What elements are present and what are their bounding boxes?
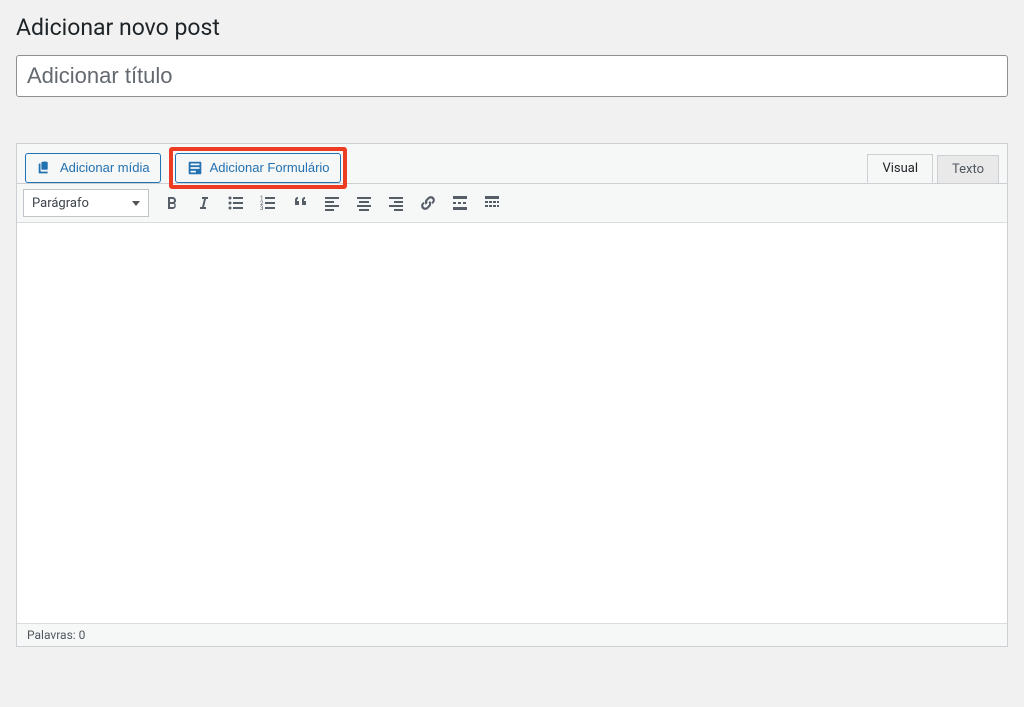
tab-text[interactable]: Texto [937, 155, 999, 183]
align-left-button[interactable] [317, 188, 347, 218]
add-media-button[interactable]: Adicionar mídia [25, 153, 161, 183]
editor-header: Adicionar mídia Adicionar Formulário Vis… [17, 144, 1007, 184]
read-more-button[interactable] [445, 188, 475, 218]
media-icon [36, 159, 54, 177]
post-title-input[interactable] [16, 55, 1008, 97]
highlight-annotation: Adicionar Formulário [169, 147, 347, 189]
word-count: Palavras: 0 [27, 628, 85, 642]
add-media-label: Adicionar mídia [60, 158, 150, 178]
numbered-list-button[interactable]: 123 [253, 188, 283, 218]
paragraph-format-select[interactable]: Parágrafo [23, 189, 149, 217]
toolbar-toggle-button[interactable] [477, 188, 507, 218]
svg-text:3: 3 [260, 205, 263, 212]
content-editor[interactable] [17, 223, 1007, 623]
tab-visual[interactable]: Visual [867, 154, 933, 183]
format-toolbar: Parágrafo 123 [17, 184, 1007, 223]
status-bar: Palavras: 0 [17, 623, 1007, 646]
bold-button[interactable] [157, 188, 187, 218]
chevron-down-icon [132, 201, 140, 206]
editor-container: Adicionar mídia Adicionar Formulário Vis… [16, 143, 1008, 647]
form-icon [186, 159, 204, 177]
bullet-list-button[interactable] [221, 188, 251, 218]
align-right-button[interactable] [381, 188, 411, 218]
page-title: Adicionar novo post [16, 14, 1008, 41]
blockquote-button[interactable] [285, 188, 315, 218]
format-select-label: Parágrafo [32, 196, 89, 211]
add-form-label: Adicionar Formulário [210, 158, 330, 178]
italic-button[interactable] [189, 188, 219, 218]
align-center-button[interactable] [349, 188, 379, 218]
link-button[interactable] [413, 188, 443, 218]
add-form-button[interactable]: Adicionar Formulário [175, 153, 341, 183]
